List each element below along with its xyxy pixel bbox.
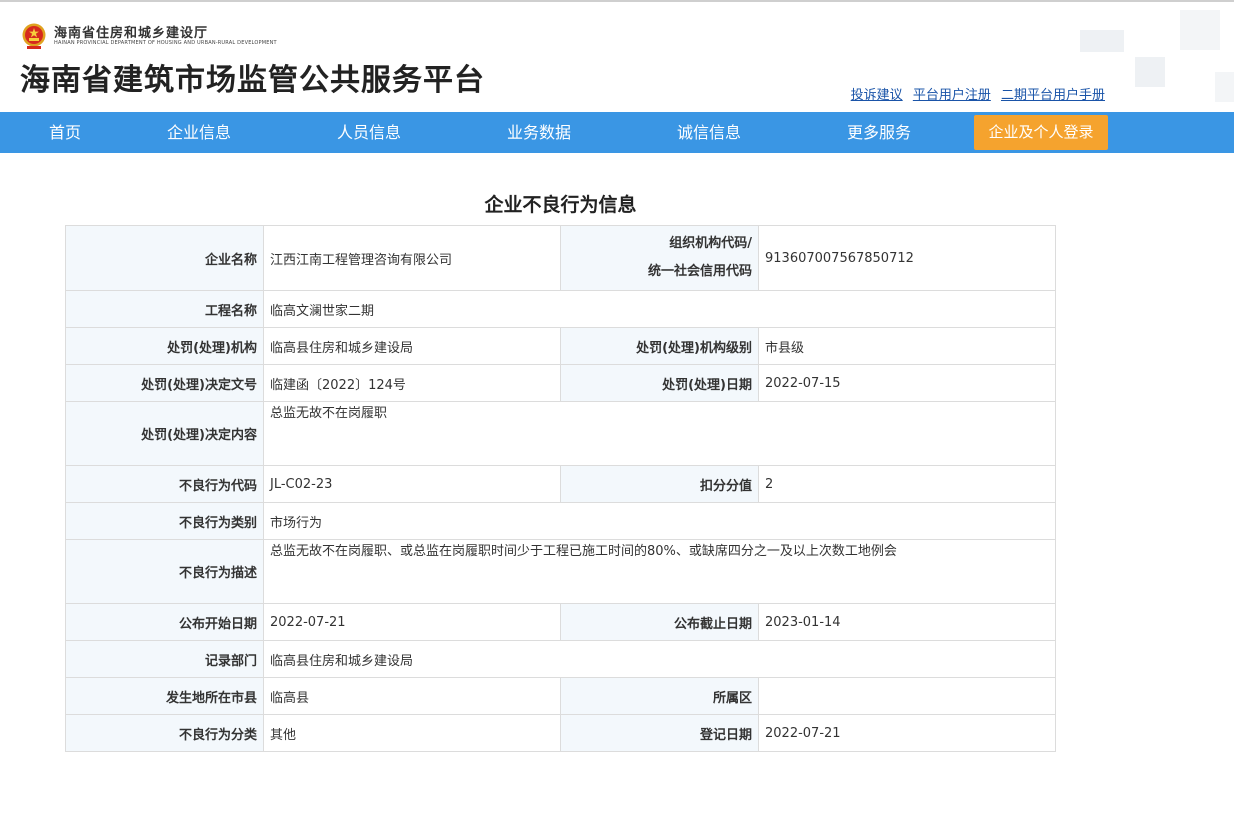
behavior-type-label: 不良行为类别 <box>65 502 264 540</box>
nav-item-home[interactable]: 首页 <box>28 112 102 153</box>
header-decoration <box>1135 57 1165 87</box>
table-row: 处罚(处理)决定文号 临建函〔2022〕124号 处罚(处理)日期 2022-0… <box>65 364 1056 402</box>
nav-item-more-services[interactable]: 更多服务 <box>830 112 928 153</box>
publish-start-label: 公布开始日期 <box>65 603 264 641</box>
table-row: 处罚(处理)机构 临高县住房和城乡建设局 处罚(处理)机构级别 市县级 <box>65 327 1056 365</box>
district-label: 所属区 <box>560 677 759 715</box>
org-code-label-line1: 组织机构代码/ <box>669 236 752 251</box>
project-name-label: 工程名称 <box>65 290 264 328</box>
penalty-org-value: 临高县住房和城乡建设局 <box>263 327 561 365</box>
behavior-code-value: JL-C02-23 <box>263 465 561 503</box>
record-dept-value: 临高县住房和城乡建设局 <box>263 640 1056 678</box>
header-decoration <box>1180 10 1220 50</box>
nav-item-personnel[interactable]: 人员信息 <box>320 112 418 153</box>
city-value: 临高县 <box>263 677 561 715</box>
nav-item-enterprise[interactable]: 企业信息 <box>150 112 248 153</box>
register-date-value: 2022-07-21 <box>758 714 1056 752</box>
behavior-type-value: 市场行为 <box>263 502 1056 540</box>
org-code-label-line2: 统一社会信用代码 <box>647 264 752 279</box>
login-button[interactable]: 企业及个人登录 <box>974 115 1108 150</box>
site-title: 海南省建筑市场监管公共服务平台 <box>20 63 485 98</box>
main-nav: 首页 企业信息 人员信息 业务数据 诚信信息 更多服务 企业及个人登录 <box>0 112 1234 153</box>
table-row: 不良行为描述 总监无故不在岗履职、或总监在岗履职时间少于工程已施工时间的80%、… <box>65 539 1056 604</box>
department-name: 海南省住房和城乡建设厅 <box>54 26 209 41</box>
table-row: 企业名称 江西江南工程管理咨询有限公司 组织机构代码/ 统一社会信用代码 913… <box>65 225 1056 291</box>
behavior-desc-value: 总监无故不在岗履职、或总监在岗履职时间少于工程已施工时间的80%、或缺席四分之一… <box>263 539 1056 604</box>
penalty-org-label: 处罚(处理)机构 <box>65 327 264 365</box>
penalty-level-value: 市县级 <box>758 327 1056 365</box>
decision-content-label: 处罚(处理)决定内容 <box>65 401 264 466</box>
record-dept-label: 记录部门 <box>65 640 264 678</box>
header-decoration <box>1080 30 1124 52</box>
complaint-link[interactable]: 投诉建议 <box>851 88 903 103</box>
table-row: 记录部门 临高县住房和城乡建设局 <box>65 640 1056 678</box>
deduct-score-label: 扣分分值 <box>560 465 759 503</box>
table-row: 不良行为分类 其他 登记日期 2022-07-21 <box>65 714 1056 752</box>
company-name-label: 企业名称 <box>65 225 264 291</box>
org-code-label: 组织机构代码/ 统一社会信用代码 <box>560 225 759 291</box>
category-label: 不良行为分类 <box>65 714 264 752</box>
table-row: 处罚(处理)决定内容 总监无故不在岗履职 <box>65 401 1056 466</box>
register-link[interactable]: 平台用户注册 <box>913 88 991 103</box>
table-row: 不良行为代码 JL-C02-23 扣分分值 2 <box>65 465 1056 503</box>
publish-end-value: 2023-01-14 <box>758 603 1056 641</box>
behavior-desc-label: 不良行为描述 <box>65 539 264 604</box>
decision-no-value: 临建函〔2022〕124号 <box>263 364 561 402</box>
district-value <box>758 677 1056 715</box>
decision-content-value: 总监无故不在岗履职 <box>263 401 1056 466</box>
project-name-value: 临高文澜世家二期 <box>263 290 1056 328</box>
register-date-label: 登记日期 <box>560 714 759 752</box>
nav-item-business-data[interactable]: 业务数据 <box>490 112 588 153</box>
penalty-level-label: 处罚(处理)机构级别 <box>560 327 759 365</box>
decision-no-label: 处罚(处理)决定文号 <box>65 364 264 402</box>
page-title: 企业不良行为信息 <box>484 194 637 216</box>
publish-end-label: 公布截止日期 <box>560 603 759 641</box>
table-row: 不良行为类别 市场行为 <box>65 502 1056 540</box>
behavior-code-label: 不良行为代码 <box>65 465 264 503</box>
city-label: 发生地所在市县 <box>65 677 264 715</box>
org-code-value: 913607007567850712 <box>758 225 1056 291</box>
header-links: 投诉建议 平台用户注册 二期平台用户手册 <box>845 84 1105 103</box>
table-row: 公布开始日期 2022-07-21 公布截止日期 2023-01-14 <box>65 603 1056 641</box>
table-row: 工程名称 临高文澜世家二期 <box>65 290 1056 328</box>
nav-item-credit[interactable]: 诚信信息 <box>660 112 758 153</box>
category-value: 其他 <box>263 714 561 752</box>
site-header: 海南省住房和城乡建设厅 HAINAN PROVINCIAL DEPARTMENT… <box>0 2 1234 112</box>
manual-link[interactable]: 二期平台用户手册 <box>1001 88 1105 103</box>
department-name-english: HAINAN PROVINCIAL DEPARTMENT OF HOUSING … <box>54 40 277 46</box>
company-name-value: 江西江南工程管理咨询有限公司 <box>263 225 561 291</box>
national-emblem-icon <box>22 23 46 49</box>
publish-start-value: 2022-07-21 <box>263 603 561 641</box>
table-row: 发生地所在市县 临高县 所属区 <box>65 677 1056 715</box>
penalty-date-value: 2022-07-15 <box>758 364 1056 402</box>
header-decoration <box>1215 72 1234 102</box>
bad-behavior-table: 企业名称 江西江南工程管理咨询有限公司 组织机构代码/ 统一社会信用代码 913… <box>65 225 1056 752</box>
penalty-date-label: 处罚(处理)日期 <box>560 364 759 402</box>
deduct-score-value: 2 <box>758 465 1056 503</box>
